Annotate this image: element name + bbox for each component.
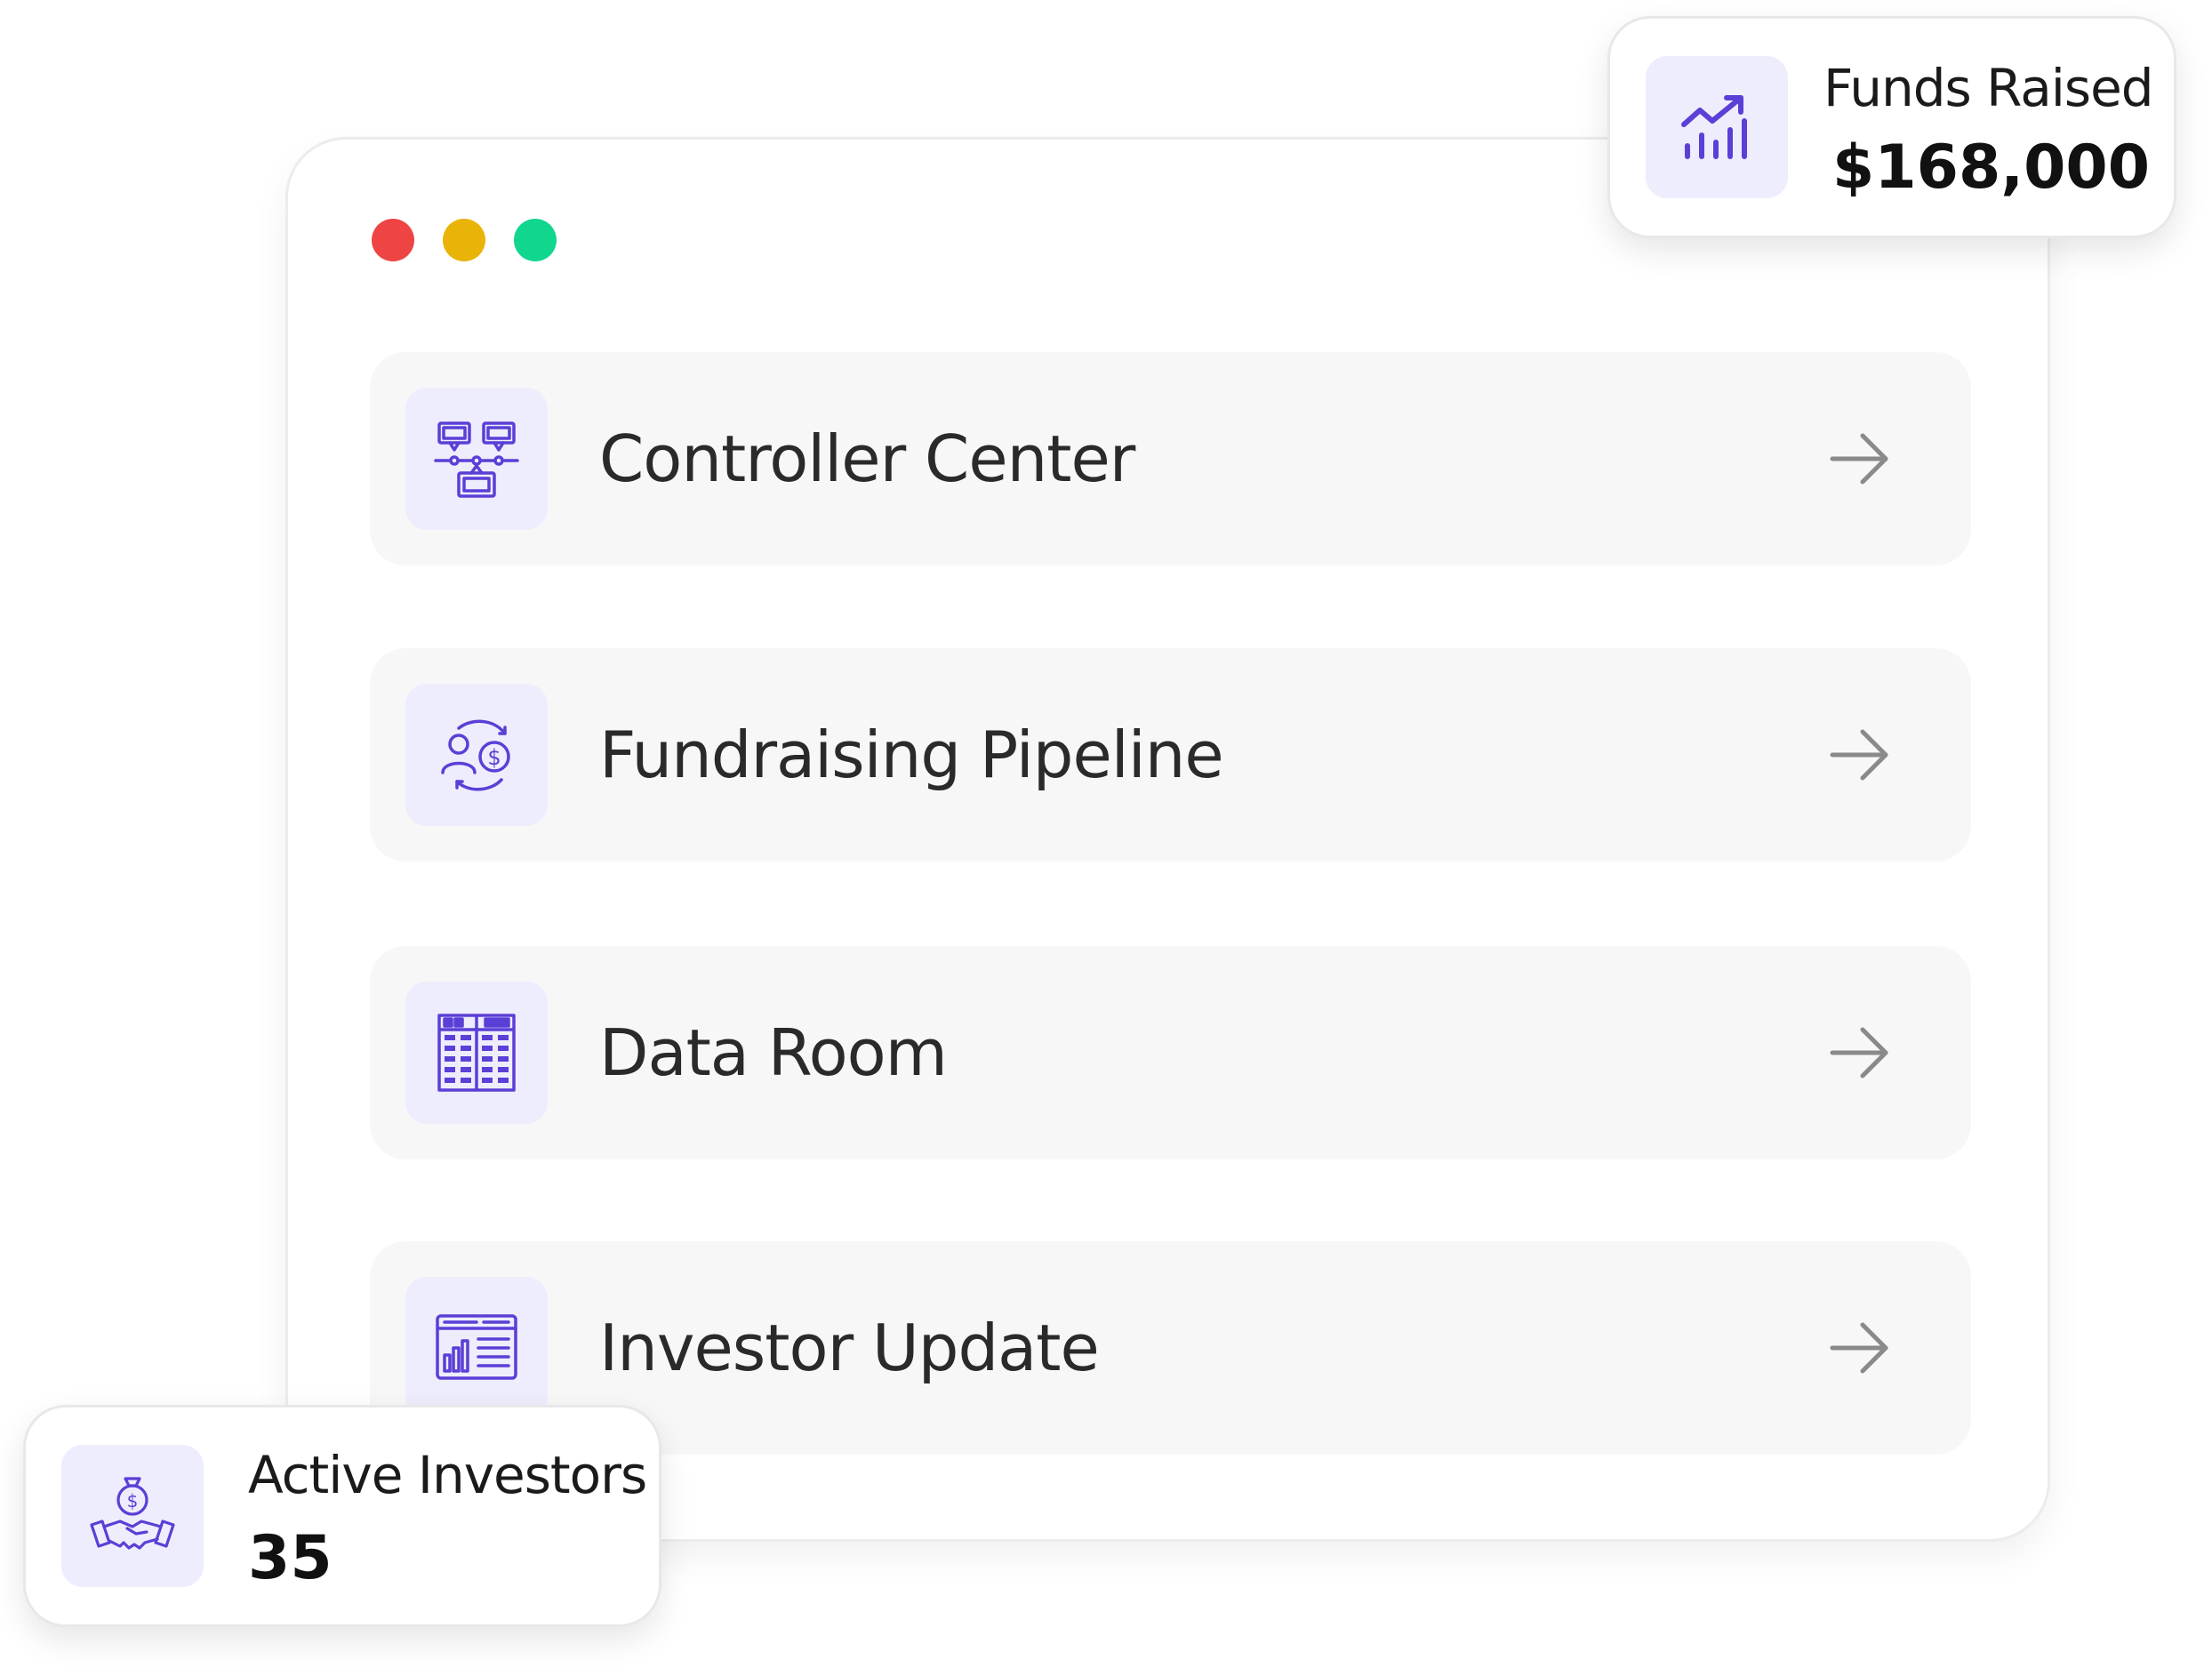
menu-item-fundraising-pipeline[interactable]: $ Fundraising Pipeline bbox=[370, 648, 1971, 862]
active-investors-value: 35 bbox=[248, 1523, 333, 1593]
org-chart-icon bbox=[405, 388, 548, 530]
active-investors-card: $ Active Investors 35 bbox=[23, 1405, 661, 1627]
trending-bars-icon bbox=[1646, 56, 1788, 198]
window-close-button[interactable] bbox=[372, 219, 414, 261]
menu-item-controller-center[interactable]: Controller Center bbox=[370, 352, 1971, 565]
arrow-right-icon bbox=[1830, 1027, 1888, 1079]
svg-text:$: $ bbox=[487, 745, 501, 770]
menu-item-label: Fundraising Pipeline bbox=[599, 718, 1224, 792]
building-grid-icon bbox=[405, 982, 548, 1124]
menu-item-label: Controller Center bbox=[599, 421, 1135, 496]
funds-raised-value: $168,000 bbox=[1832, 132, 2151, 203]
report-chart-icon bbox=[405, 1277, 548, 1419]
funds-raised-card: Funds Raised $168,000 bbox=[1607, 16, 2176, 238]
funds-raised-label: Funds Raised bbox=[1823, 58, 2154, 118]
arrow-right-icon bbox=[1830, 433, 1888, 485]
window-maximize-button[interactable] bbox=[514, 219, 557, 261]
stage: Controller Center $ Fundraising Pipeline bbox=[0, 0, 2212, 1668]
window-minimize-button[interactable] bbox=[443, 219, 485, 261]
handshake-moneybag-icon: $ bbox=[61, 1445, 204, 1587]
arrow-right-icon bbox=[1830, 729, 1888, 781]
menu-item-label: Data Room bbox=[599, 1015, 948, 1090]
menu-item-label: Investor Update bbox=[599, 1311, 1100, 1385]
arrow-right-icon bbox=[1830, 1322, 1888, 1374]
menu-item-data-room[interactable]: Data Room bbox=[370, 946, 1971, 1159]
investor-cycle-icon: $ bbox=[405, 684, 548, 826]
svg-text:$: $ bbox=[127, 1490, 139, 1512]
active-investors-label: Active Investors bbox=[248, 1445, 647, 1505]
